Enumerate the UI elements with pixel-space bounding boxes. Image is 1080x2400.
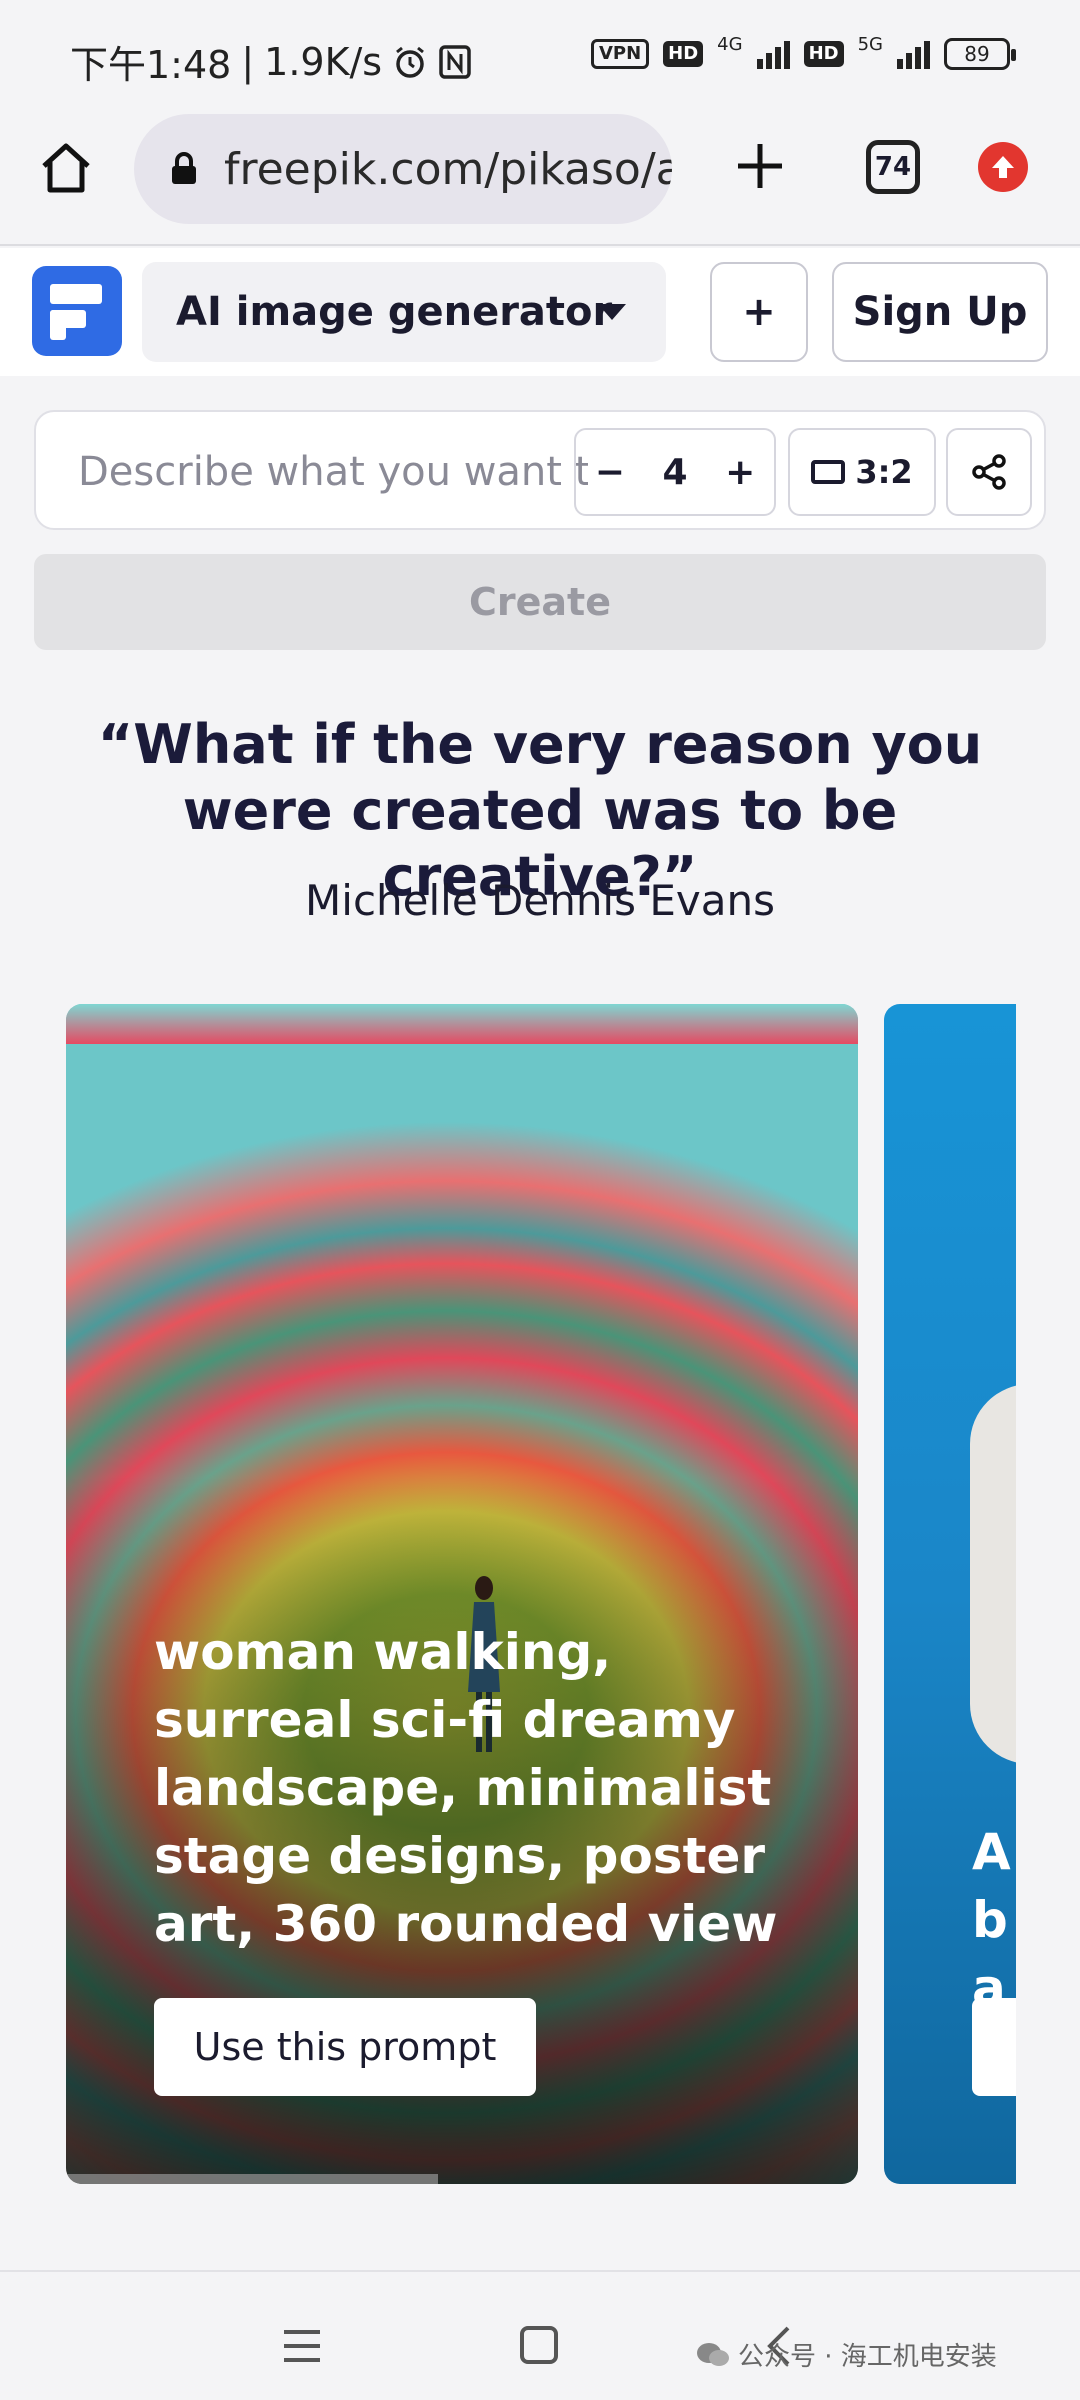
decrease-button[interactable]: − <box>595 452 625 493</box>
update-arrow-icon[interactable] <box>978 142 1028 192</box>
freepik-logo[interactable] <box>32 266 122 356</box>
menu-icon[interactable] <box>282 2328 322 2364</box>
site-header: AI image generator + Sign Up <box>0 248 1080 376</box>
sign-up-button[interactable]: Sign Up <box>832 262 1048 362</box>
hd-badge-2: HD <box>803 41 844 67</box>
tool-dropdown-label: AI image generator <box>176 289 613 335</box>
url-bar[interactable]: freepik.com/pikaso/ai-image-generator <box>134 114 672 224</box>
card-prompt-text: woman walking, surreal sci-fi dreamy lan… <box>154 1623 778 1953</box>
aspect-ratio-icon <box>811 460 846 484</box>
wechat-icon <box>697 2342 729 2366</box>
watermark: 公众号 · 海工机电安装 <box>696 2336 997 2373</box>
use-this-prompt-button-2[interactable] <box>972 1998 1016 2096</box>
home-nav-icon[interactable] <box>520 2326 558 2364</box>
watermark-text: 公众号 · 海工机电安装 <box>738 2342 997 2372</box>
status-time: 下午1:48 <box>70 43 232 87</box>
tool-dropdown[interactable]: AI image generator <box>142 262 666 362</box>
create-button[interactable]: Create <box>34 554 1046 650</box>
use-this-prompt-button[interactable]: Use this prompt <box>154 1998 536 2096</box>
lock-icon <box>172 152 196 184</box>
signal-icon-2 <box>897 39 930 69</box>
alarm-icon <box>396 46 425 78</box>
status-left: 下午1:48 | 1.9K/s <box>70 34 472 89</box>
aspect-ratio-label: 3:2 <box>855 453 913 491</box>
quote-author: Michelle Dennis Evans <box>305 876 775 925</box>
prompt-input[interactable] <box>78 442 588 502</box>
network-5g: 5G <box>857 33 883 55</box>
status-bar: 下午1:48 | 1.9K/s VPN HD 4G HD 5G 89 <box>0 0 1080 110</box>
new-tab-icon[interactable] <box>730 136 790 196</box>
aspect-ratio-button[interactable]: 3:2 <box>788 428 936 516</box>
url-text: freepik.com/pikaso/ai-image-generator <box>224 143 672 195</box>
card-prompt-text-2: A ba <box>972 1823 1011 2017</box>
vpn-badge: VPN <box>590 39 650 69</box>
browser-toolbar: freepik.com/pikaso/ai-image-generator 74 <box>0 110 1080 246</box>
battery-icon: 89 <box>944 38 1016 70</box>
increase-button[interactable]: + <box>725 452 755 493</box>
nfc-icon <box>439 44 471 79</box>
tab-switcher-button[interactable]: 74 <box>866 140 920 194</box>
status-right: VPN HD 4G HD 5G 89 <box>590 34 1016 70</box>
network-4g: 4G <box>717 33 743 55</box>
example-card-next[interactable]: A ba <box>884 1004 1016 2184</box>
signal-icon <box>756 39 790 69</box>
system-nav-bar: 公众号 · 海工机电安装 <box>0 2270 1080 2400</box>
example-card[interactable]: woman walking, surreal sci-fi dreamy lan… <box>66 1004 858 2184</box>
chevron-down-icon <box>598 304 626 320</box>
home-icon[interactable] <box>36 138 96 198</box>
quantity-stepper: − 4 + <box>574 428 776 516</box>
prompt-panel: − 4 + 3:2 <box>34 410 1046 530</box>
add-button[interactable]: + <box>710 262 808 362</box>
cloud-image <box>970 1384 1016 1764</box>
share-icon <box>972 454 1006 490</box>
carousel-progress <box>66 2174 438 2184</box>
quantity-value: 4 <box>662 451 688 493</box>
hd-badge: HD <box>663 41 704 67</box>
share-button[interactable] <box>946 428 1032 516</box>
status-speed: 1.9K/s <box>264 39 383 84</box>
